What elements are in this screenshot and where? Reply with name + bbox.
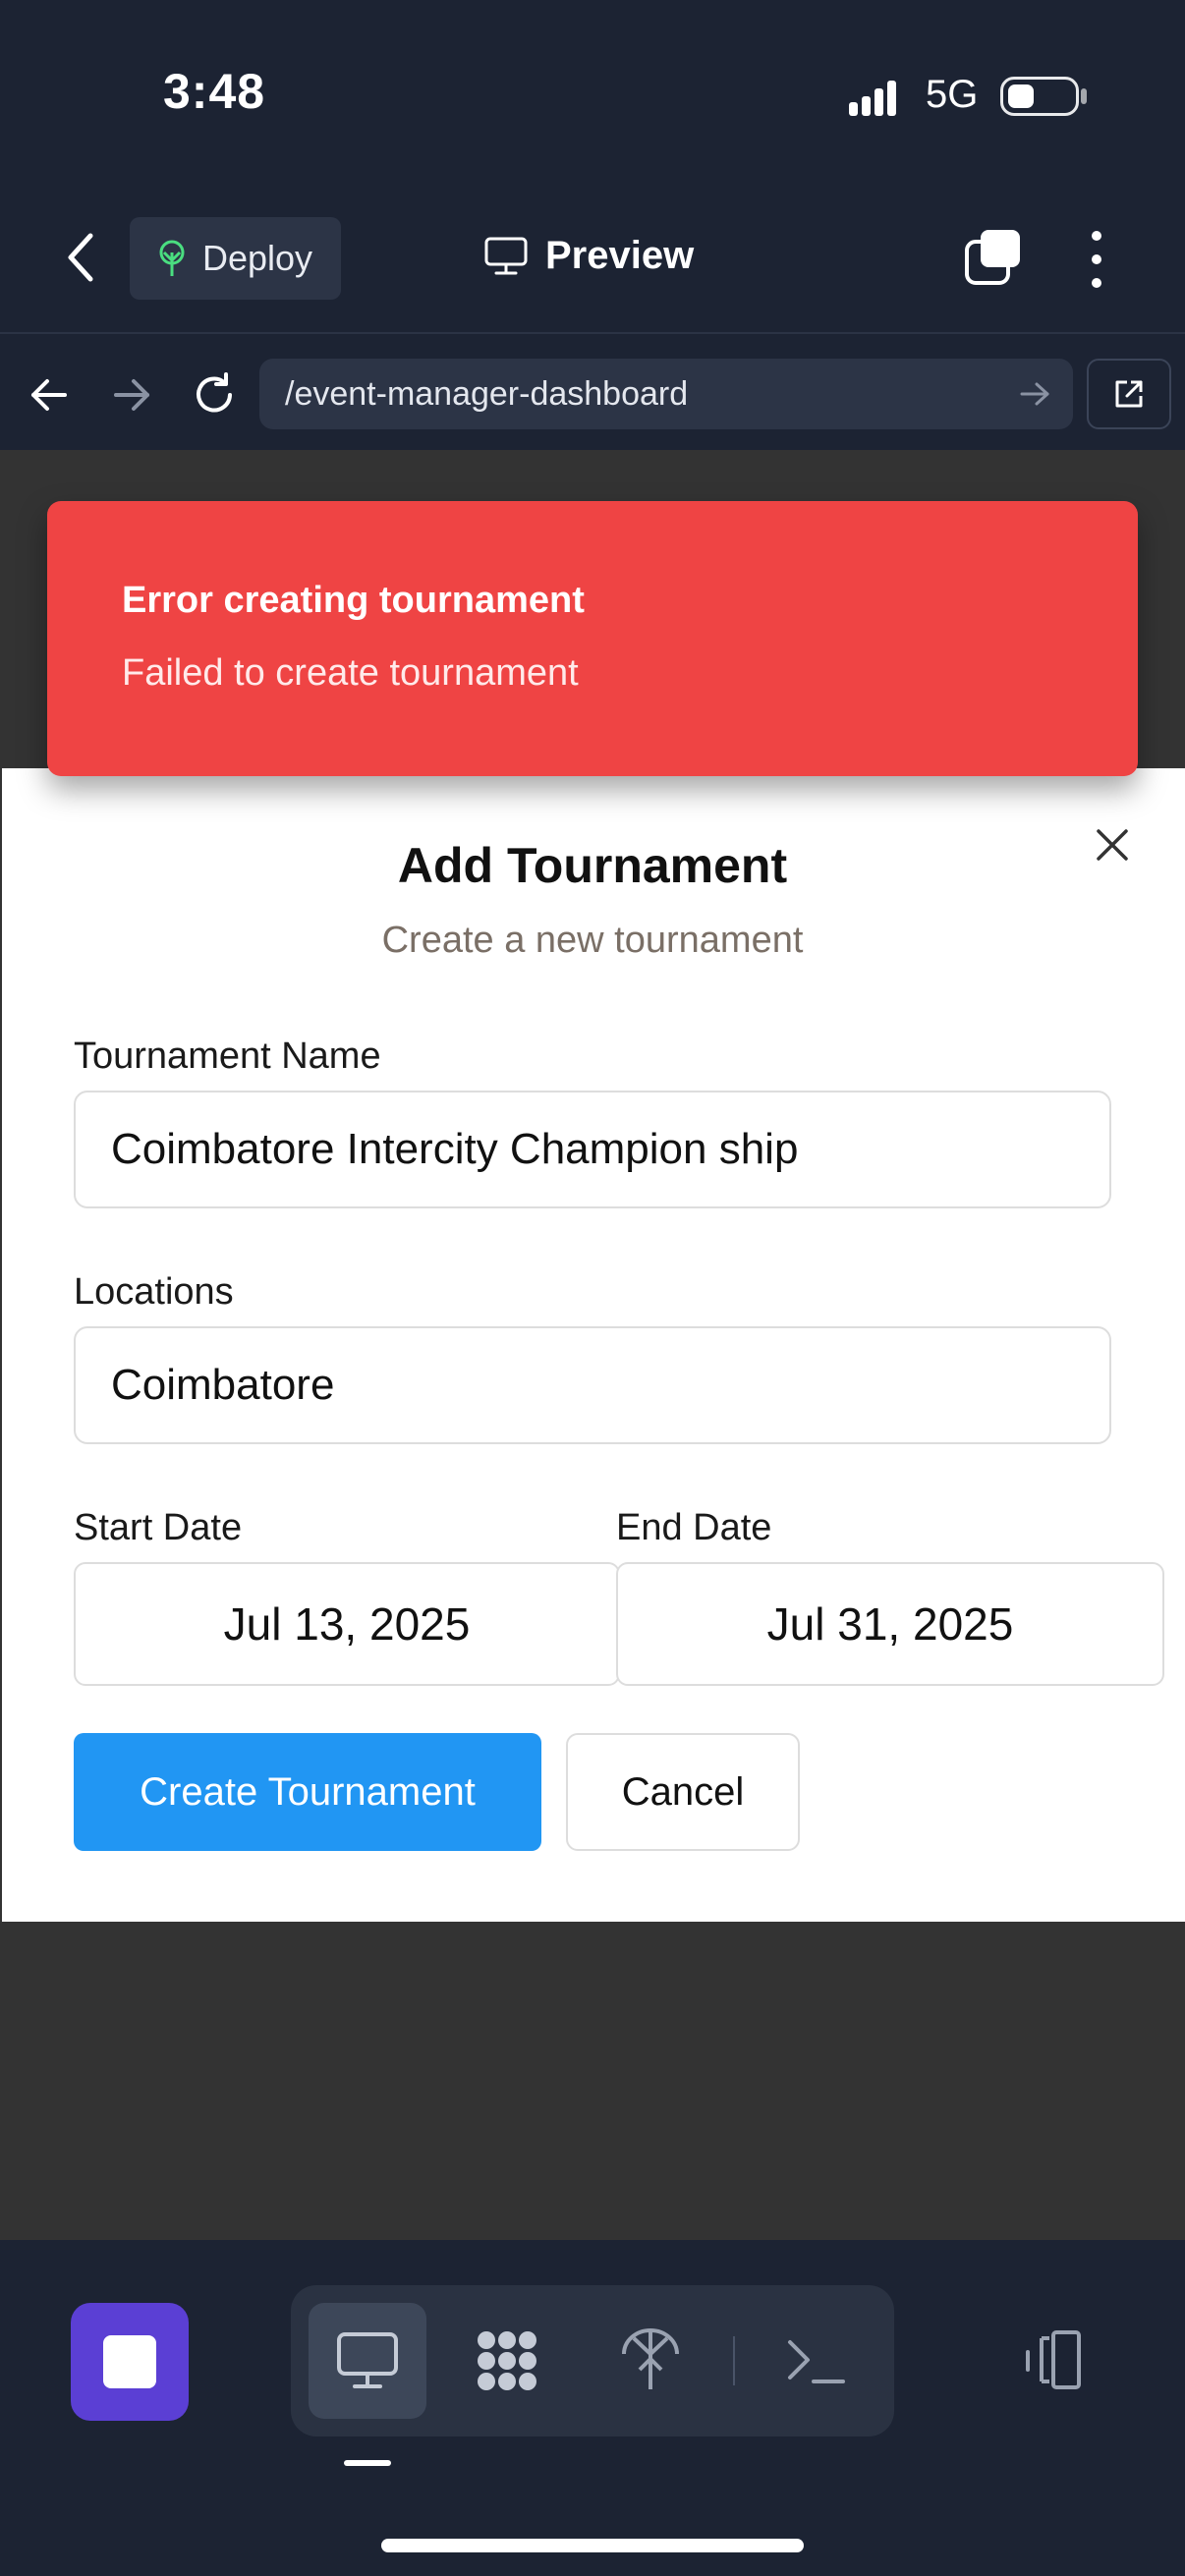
end-date-input[interactable]: Jul 31, 2025 bbox=[616, 1562, 1164, 1686]
start-date-label: Start Date bbox=[74, 1507, 243, 1548]
tournament-name-label: Tournament Name bbox=[74, 1036, 381, 1077]
split-view-icon[interactable] bbox=[1018, 2326, 1087, 2395]
apps-grid-icon[interactable] bbox=[473, 2326, 541, 2395]
home-indicator[interactable] bbox=[381, 2539, 804, 2552]
open-external-icon bbox=[1115, 380, 1143, 408]
url-bar[interactable]: /event-manager-dashboard bbox=[259, 359, 1073, 429]
network-label: 5G bbox=[926, 73, 979, 116]
preview-title[interactable]: Preview bbox=[484, 234, 694, 278]
modal-subtitle: Create a new tournament bbox=[381, 920, 804, 961]
header-divider bbox=[0, 332, 1185, 334]
end-date-label: End Date bbox=[616, 1507, 772, 1548]
signal-icon bbox=[849, 81, 896, 116]
go-arrow-icon[interactable] bbox=[1018, 377, 1051, 411]
terminal-icon[interactable] bbox=[782, 2326, 851, 2395]
start-date-value: Jul 13, 2025 bbox=[223, 1598, 471, 1650]
open-external-button[interactable] bbox=[1087, 359, 1171, 429]
deploy-icon bbox=[159, 240, 185, 276]
back-chevron-icon[interactable] bbox=[63, 228, 102, 287]
nav-back-icon[interactable] bbox=[28, 373, 71, 417]
modal-title: Add Tournament bbox=[397, 838, 788, 893]
deploy-label: Deploy bbox=[202, 238, 313, 278]
status-time: 3:48 bbox=[163, 64, 266, 119]
locations-label: Locations bbox=[74, 1271, 234, 1313]
preview-monitor-icon[interactable] bbox=[333, 2326, 402, 2395]
more-vertical-icon[interactable] bbox=[1081, 228, 1112, 291]
tournament-name-input[interactable] bbox=[74, 1091, 1111, 1208]
monitor-icon bbox=[484, 237, 528, 274]
end-date-value: Jul 31, 2025 bbox=[766, 1598, 1014, 1650]
preview-label: Preview bbox=[545, 234, 695, 277]
battery-cap bbox=[1081, 88, 1087, 104]
toast-message: Failed to create tournament bbox=[122, 652, 579, 694]
battery-level bbox=[1008, 84, 1034, 108]
cancel-button[interactable]: Cancel bbox=[566, 1733, 800, 1851]
url-text: /event-manager-dashboard bbox=[285, 374, 689, 413]
active-tool-indicator bbox=[344, 2460, 391, 2466]
nav-forward-icon[interactable] bbox=[110, 373, 153, 417]
toast-title: Error creating tournament bbox=[122, 580, 585, 621]
start-date-input[interactable]: Jul 13, 2025 bbox=[74, 1562, 620, 1686]
error-toast bbox=[47, 501, 1138, 776]
create-tournament-button[interactable]: Create Tournament bbox=[74, 1733, 541, 1851]
deploy-tree-icon[interactable] bbox=[616, 2324, 685, 2393]
locations-input[interactable] bbox=[74, 1326, 1111, 1444]
deploy-button[interactable]: Deploy bbox=[130, 217, 341, 300]
tool-separator bbox=[733, 2336, 735, 2385]
tabs-icon[interactable] bbox=[963, 228, 1022, 287]
stop-button[interactable] bbox=[71, 2303, 189, 2421]
stop-icon bbox=[103, 2335, 156, 2388]
reload-icon[interactable] bbox=[191, 371, 238, 419]
